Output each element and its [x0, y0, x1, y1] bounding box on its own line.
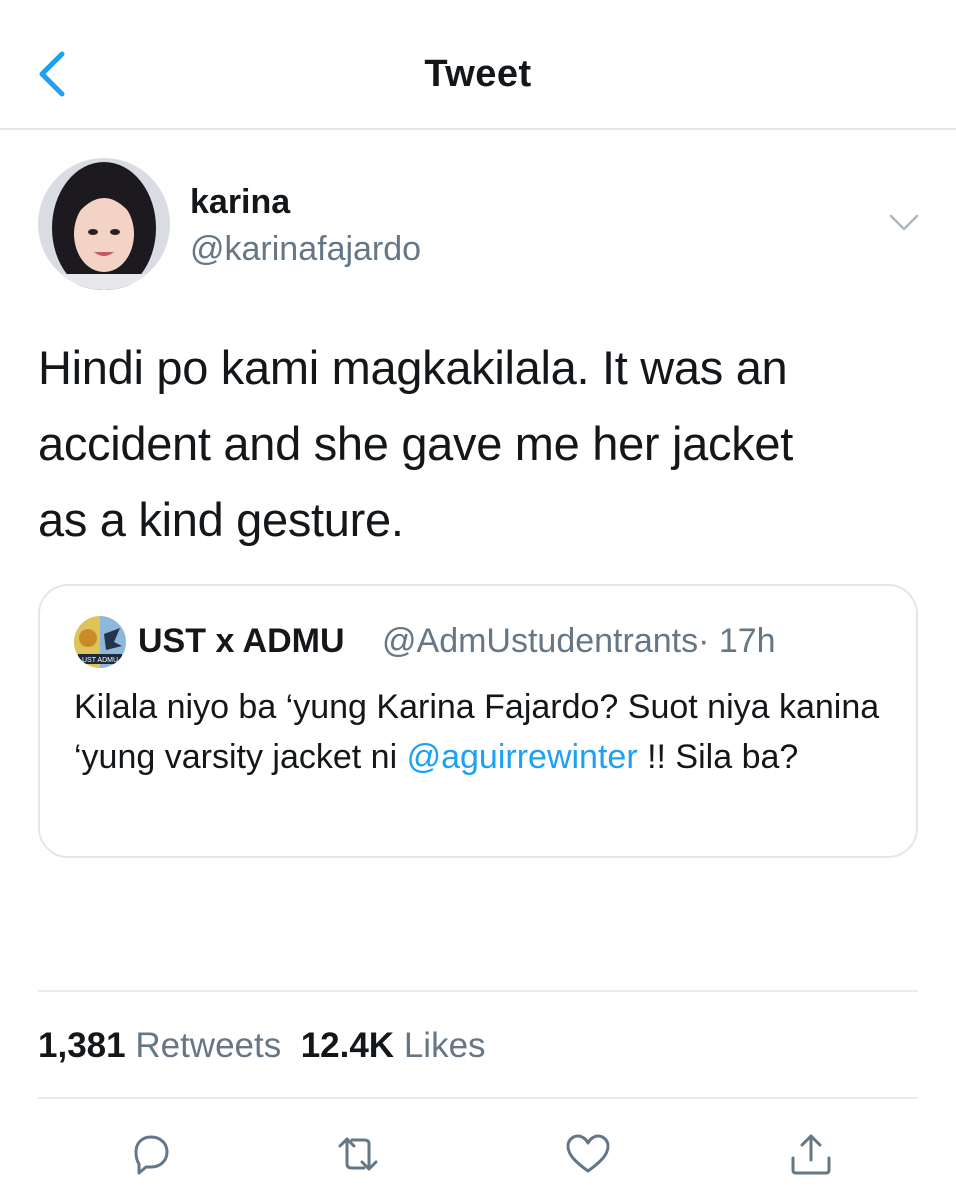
likes-label: Likes: [403, 1026, 486, 1065]
tweet-text: Hindi po kami magkakilala. It was an acc…: [38, 330, 928, 558]
quoted-timestamp: · 17h: [698, 622, 776, 660]
avatar[interactable]: [38, 158, 170, 290]
quoted-author-handle: @AdmUstudentrants: [382, 622, 699, 660]
nav-bar: Tweet: [0, 0, 956, 130]
author-name[interactable]: karina: [190, 183, 290, 222]
retweets-count: 1,381: [38, 1026, 126, 1065]
like-icon[interactable]: [564, 1130, 612, 1178]
share-icon[interactable]: [787, 1130, 835, 1178]
tweet-text-line: as a kind gesture.: [38, 493, 404, 546]
tweet-text-line: Hindi po kami magkakilala. It was an: [38, 341, 788, 394]
retweet-icon[interactable]: [334, 1130, 382, 1178]
retweets-label: Retweets: [135, 1026, 282, 1065]
quoted-avatar-text: UST ADMU: [82, 657, 118, 664]
tweet-text-line: accident and she gave me her jacket: [38, 417, 794, 470]
quoted-avatar: UST ADMU: [74, 616, 126, 668]
likes-stat[interactable]: 12.4K Likes: [301, 1026, 486, 1065]
tweet-stats: 1,381 Retweets 12.4K Likes: [38, 1026, 486, 1066]
divider: [38, 1097, 918, 1099]
mention-link[interactable]: @aguirrewinter: [407, 738, 638, 776]
reply-icon[interactable]: [126, 1130, 174, 1178]
quoted-tweet-text: Kilala niyo ba ‘yung Karina Fajardo? Suo…: [74, 682, 904, 782]
chevron-down-icon[interactable]: [885, 208, 923, 236]
likes-count: 12.4K: [300, 1026, 395, 1065]
page-title: Tweet: [424, 53, 532, 95]
quoted-author-name: UST x ADMU: [138, 622, 345, 660]
retweets-stat[interactable]: 1,381 Retweets: [38, 1026, 281, 1065]
quoted-tweet-card[interactable]: UST ADMU UST x ADMU @AdmUstudentrants· 1…: [38, 584, 918, 858]
divider: [38, 990, 918, 992]
quoted-handle-time: @AdmUstudentrants· 17h: [382, 622, 776, 661]
quoted-text-part: !! Sila ba?: [637, 738, 799, 776]
author-handle[interactable]: @karinafajardo: [190, 230, 421, 269]
